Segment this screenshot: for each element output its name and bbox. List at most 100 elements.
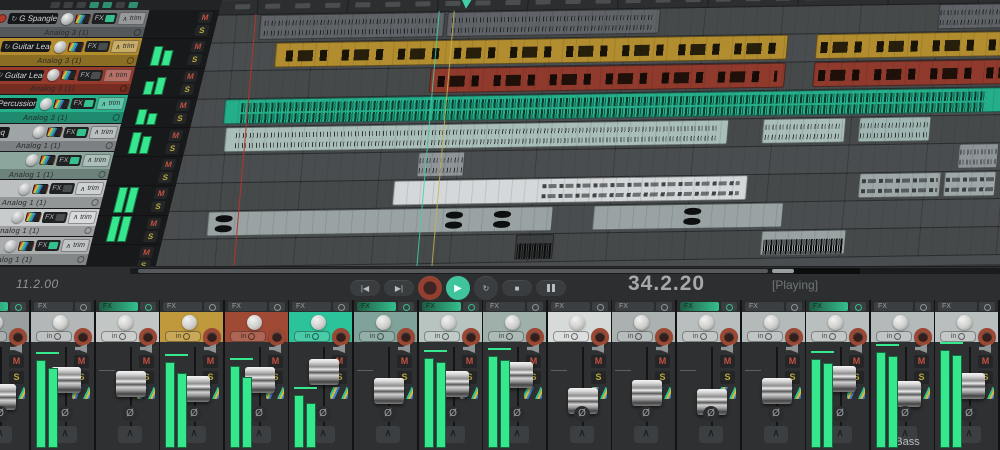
phase-invert-button[interactable]: Ø [509,406,525,422]
phase-invert-button[interactable]: Ø [315,406,331,422]
tcp-track[interactable]: FX∧trim«Analog 1 (1) [0,237,93,265]
phase-invert-button[interactable]: Ø [638,406,654,422]
mixer-strip[interactable]: FXinMSØ∧ [354,300,417,450]
pan-knob[interactable] [247,315,262,330]
fx-button[interactable]: FX [35,240,62,251]
routing-chip[interactable] [53,99,70,109]
phase-invert-button[interactable]: Ø [961,406,977,422]
volume-fader-handle[interactable] [309,359,339,385]
track-name[interactable]: ↻Guitar Lead d [0,70,45,81]
record-input-button[interactable]: in [488,331,524,342]
fx-chain-button[interactable]: FX [680,302,719,311]
routing-chip[interactable] [18,241,35,251]
volume-fader-handle[interactable] [632,380,662,406]
solo-button[interactable]: S [143,231,159,242]
fx-button[interactable]: FX [70,98,97,109]
trim-envelope-button[interactable]: ∧trim [74,182,104,195]
pan-knob[interactable] [441,315,456,330]
fx-chain-button[interactable]: FX [0,302,8,311]
tcp-routing-row[interactable]: «Analog 3 (1) [0,55,138,65]
volume-fader-handle[interactable] [762,378,792,404]
solo-button[interactable]: S [179,84,195,95]
record-button[interactable] [418,276,442,300]
record-input-button[interactable]: in [359,331,395,342]
routing-chip[interactable] [46,127,63,137]
record-input-button[interactable]: in [747,331,783,342]
track-name[interactable]: ↻Guitar Lead [0,41,52,52]
mute-button[interactable]: M [175,100,191,111]
fx-bypass-power-button[interactable] [786,302,802,311]
record-input-button[interactable]: in [0,331,7,342]
track-name[interactable]: ↻G Spangle [7,13,59,24]
repeat-button[interactable]: ↻ [474,276,498,300]
envelope-button[interactable]: ∧ [0,426,12,443]
mute-button[interactable]: M [785,355,800,368]
fx-chain-button[interactable]: FX [163,302,202,311]
mute-button[interactable]: M [190,41,206,52]
fx-button[interactable]: FX [77,70,104,81]
tcp-routing-row[interactable]: «Analog 3 (1) [0,84,131,94]
pan-knob[interactable] [0,315,3,330]
media-clip[interactable] [857,172,941,198]
routing-target-icon[interactable] [105,142,114,149]
mute-button[interactable]: M [168,130,184,141]
routing-target-icon[interactable] [119,85,128,92]
track-name[interactable]: ↻Percussion [0,98,38,109]
fx-bypass-power-button[interactable] [269,302,285,311]
routing-chip[interactable] [67,42,84,52]
mixer-strip[interactable]: FXinMSØ∧ [677,300,740,450]
tcp-routing-row[interactable]: «Analog 1 (1) [0,197,103,207]
play-button[interactable]: ▶ [446,276,470,300]
mute-button[interactable]: M [9,355,24,368]
routing-chip[interactable] [74,14,91,24]
fx-chain-button[interactable]: FX [422,302,461,311]
pan-knob[interactable] [60,13,75,25]
fx-bypass-power-button[interactable] [204,302,220,311]
tcp-routing-row[interactable]: «Analog 1 (1) [0,141,117,151]
record-input-button[interactable]: in [424,331,460,342]
media-clip[interactable] [937,3,1000,29]
tcp-routing-row[interactable]: «Analog 1 (1) [0,226,96,236]
pan-knob[interactable] [53,315,68,330]
pan-knob[interactable] [764,315,779,330]
fx-bypass-power-button[interactable] [527,302,543,311]
tcp-track[interactable]: ↻Guitar LeadFX∧trim«Analog 3 (1) [0,38,142,66]
routing-target-icon[interactable] [98,171,107,178]
solo-button[interactable]: S [194,25,210,36]
fx-bypass-power-button[interactable] [140,302,156,311]
solo-button[interactable]: S [720,371,735,384]
fx-button[interactable]: FX [42,212,69,223]
tcp-track[interactable]: ↻G SpangleFX∧trim«Analog 3 (1) [0,10,150,38]
mixer-strip[interactable]: FXinMSØ∧ [31,300,94,450]
toolbar-icon-active[interactable] [102,2,112,8]
pan-knob[interactable] [505,315,520,330]
fx-bypass-power-button[interactable] [850,302,866,311]
tcp-track[interactable]: FX∧trim«Analog 1 (1) [0,180,107,208]
media-clip[interactable] [759,229,846,255]
fx-chain-button[interactable]: FX [292,302,331,311]
horizontal-scrollbar[interactable] [130,268,1000,274]
routing-chip[interactable] [330,387,348,399]
pan-knob[interactable] [32,126,47,138]
mixer-strip[interactable]: FXinMSØ∧ [96,300,159,450]
fx-chain-button[interactable]: FX [938,302,977,311]
fx-button[interactable]: FX [63,127,90,138]
phase-invert-button[interactable]: Ø [380,406,396,422]
solo-button[interactable]: S [165,143,181,154]
mute-button[interactable]: M [139,355,154,368]
pan-knob[interactable] [634,315,649,330]
phase-invert-button[interactable]: Ø [251,406,267,422]
pan-knob[interactable] [46,69,61,81]
media-clip[interactable] [514,234,554,260]
media-clip[interactable] [761,118,846,144]
routing-chip[interactable] [32,184,49,194]
routing-target-icon[interactable] [76,256,85,263]
routing-target-icon[interactable] [91,199,100,206]
mute-button[interactable]: M [978,355,993,368]
mixer-strip[interactable]: FXinMSØ∧ [742,300,805,450]
mute-button[interactable]: M [139,247,155,258]
pan-knob[interactable] [699,315,714,330]
pan-knob[interactable] [18,183,33,195]
trim-envelope-button[interactable]: ∧trim [60,239,90,252]
media-clip[interactable] [957,143,999,169]
